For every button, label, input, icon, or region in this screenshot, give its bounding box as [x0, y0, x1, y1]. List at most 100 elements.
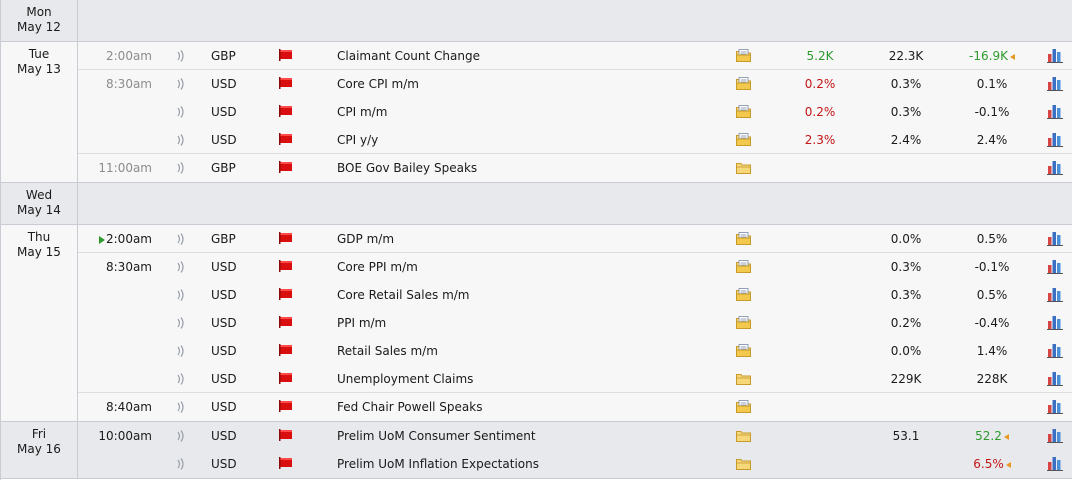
sound-icon[interactable]	[177, 345, 185, 357]
folder-icon[interactable]	[736, 49, 751, 62]
sound-icon[interactable]	[177, 430, 185, 442]
event-previous-value: 6.5%	[973, 457, 1004, 471]
chart-icon[interactable]	[1047, 48, 1063, 63]
chart-icon[interactable]	[1047, 456, 1063, 471]
folder-icon[interactable]	[736, 457, 751, 470]
folder-icon[interactable]	[736, 429, 751, 442]
event-previous-value: 0.1%	[976, 77, 1008, 91]
sound-icon[interactable]	[177, 317, 185, 329]
folder-icon[interactable]	[736, 260, 751, 273]
event-title[interactable]: Unemployment Claims	[337, 365, 473, 393]
revision-icon[interactable]	[1009, 53, 1015, 60]
chart-icon[interactable]	[1047, 399, 1063, 414]
folder-icon[interactable]	[736, 288, 751, 301]
event-previous: 228K	[950, 365, 1034, 393]
sound-icon[interactable]	[177, 373, 185, 385]
event-previous-value: -16.9K	[969, 49, 1008, 63]
event-row[interactable]: USD Unemployment Claims 229K 228K	[78, 365, 1072, 393]
event-title[interactable]: Retail Sales m/m	[337, 337, 438, 365]
event-previous-value: -0.4%	[974, 316, 1010, 330]
chart-icon[interactable]	[1047, 287, 1063, 302]
chart-icon[interactable]	[1047, 160, 1063, 175]
chart-icon[interactable]	[1047, 231, 1063, 246]
impact-flag-icon	[279, 260, 293, 272]
folder-icon[interactable]	[736, 372, 751, 385]
event-forecast: 0.0%	[890, 344, 922, 358]
sound-icon[interactable]	[177, 289, 185, 301]
folder-icon[interactable]	[736, 161, 751, 174]
impact-flag-icon	[279, 344, 293, 356]
event-row[interactable]: USD Retail Sales m/m 0.0% 1.4%	[78, 337, 1072, 365]
folder-icon[interactable]	[736, 77, 751, 90]
event-row[interactable]: USD CPI y/y 2.3% 2.4% 2.4%	[78, 126, 1072, 154]
sound-icon[interactable]	[177, 401, 185, 413]
impact-flag-icon	[279, 429, 293, 441]
event-row[interactable]: 11:00am GBP BOE Gov Bailey Speaks	[78, 154, 1072, 182]
impact-flag-icon	[279, 105, 293, 117]
event-row[interactable]: USD PPI m/m 0.2% -0.4%	[78, 309, 1072, 337]
event-title[interactable]: Prelim UoM Inflation Expectations	[337, 450, 539, 478]
revision-icon[interactable]	[1003, 433, 1009, 440]
event-title[interactable]: GDP m/m	[337, 225, 394, 253]
event-actual	[778, 225, 862, 253]
sound-icon[interactable]	[177, 106, 185, 118]
event-forecast: 0.3%	[890, 288, 922, 302]
chart-icon[interactable]	[1047, 259, 1063, 274]
economic-calendar: Mon May 12 Tue May 13 2:00am GBP Claimant Coun…	[0, 0, 1072, 480]
sound-icon[interactable]	[177, 134, 185, 146]
event-row[interactable]: 8:30am USD Core CPI m/m 0.2% 0.3% 0.1%	[78, 70, 1072, 98]
chart-icon[interactable]	[1047, 132, 1063, 147]
sound-icon[interactable]	[177, 233, 185, 245]
event-actual	[778, 450, 862, 478]
event-title[interactable]: BOE Gov Bailey Speaks	[337, 154, 477, 182]
folder-icon[interactable]	[736, 232, 751, 245]
event-row[interactable]: 8:40am USD Fed Chair Powell Speaks	[78, 393, 1072, 421]
chart-icon[interactable]	[1047, 428, 1063, 443]
chart-icon[interactable]	[1047, 371, 1063, 386]
event-previous	[950, 393, 1034, 421]
event-forecast: 229K	[890, 372, 922, 386]
event-row[interactable]: 2:00am GBP GDP m/m 0.0% 0.5%	[78, 225, 1072, 253]
event-time	[78, 337, 152, 365]
sound-icon[interactable]	[177, 261, 185, 273]
folder-icon[interactable]	[736, 400, 751, 413]
event-row[interactable]: USD Prelim UoM Inflation Expectations 6.5%	[78, 450, 1072, 478]
sound-icon[interactable]	[177, 50, 185, 62]
event-currency: USD	[211, 133, 237, 147]
impact-flag-icon	[279, 372, 293, 384]
sound-icon[interactable]	[177, 458, 185, 470]
event-row[interactable]: USD Core Retail Sales m/m 0.3% 0.5%	[78, 281, 1072, 309]
event-title[interactable]: CPI m/m	[337, 98, 387, 126]
folder-icon[interactable]	[736, 344, 751, 357]
event-title[interactable]: Core CPI m/m	[337, 70, 419, 98]
event-row[interactable]: 8:30am USD Core PPI m/m 0.3% -0.1%	[78, 253, 1072, 281]
event-actual	[778, 393, 862, 421]
chart-icon[interactable]	[1047, 76, 1063, 91]
event-title[interactable]: Core Retail Sales m/m	[337, 281, 470, 309]
event-title[interactable]: Core PPI m/m	[337, 253, 418, 281]
folder-icon[interactable]	[736, 105, 751, 118]
event-time-text: 2:00am	[106, 49, 152, 63]
event-previous: -0.1%	[950, 253, 1034, 281]
chart-icon[interactable]	[1047, 104, 1063, 119]
event-title[interactable]: CPI y/y	[337, 126, 378, 154]
revision-icon[interactable]	[1005, 461, 1011, 468]
event-currency: USD	[211, 457, 237, 471]
event-title[interactable]: Prelim UoM Consumer Sentiment	[337, 422, 536, 450]
event-title[interactable]: Claimant Count Change	[337, 42, 480, 70]
event-previous: 0.5%	[950, 281, 1034, 309]
folder-icon[interactable]	[736, 316, 751, 329]
sound-icon[interactable]	[177, 162, 185, 174]
folder-icon[interactable]	[736, 133, 751, 146]
chart-icon[interactable]	[1047, 343, 1063, 358]
event-row[interactable]: USD CPI m/m 0.2% 0.3% -0.1%	[78, 98, 1072, 126]
event-row[interactable]: 10:00am USD Prelim UoM Consumer Sentiment 5…	[78, 422, 1072, 450]
day-group: Thu May 15 2:00am GBP GDP m/m 0.0% 0.5% 8:30am U…	[1, 225, 1072, 422]
event-title[interactable]: PPI m/m	[337, 309, 386, 337]
day-date: Wed May 14	[1, 183, 78, 224]
chart-icon[interactable]	[1047, 315, 1063, 330]
event-row[interactable]: 2:00am GBP Claimant Count Change 5.2K 22.3K -…	[78, 42, 1072, 70]
sound-icon[interactable]	[177, 78, 185, 90]
event-title[interactable]: Fed Chair Powell Speaks	[337, 393, 482, 421]
up-next-icon	[99, 235, 105, 244]
